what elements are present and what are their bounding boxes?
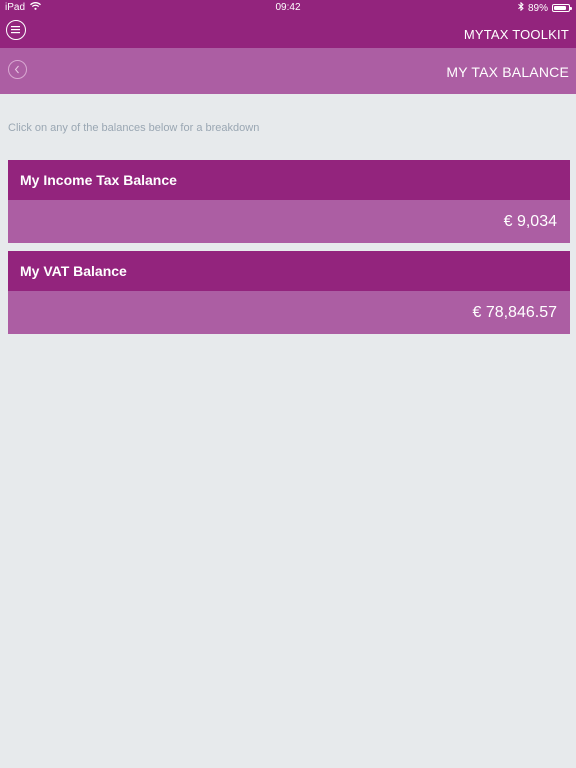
instruction-text: Click on any of the balances below for a… [8, 122, 260, 134]
app-title: MYTAX TOOLKIT [463, 27, 569, 42]
page-header: MY TAX BALANCE [0, 48, 576, 94]
income-tax-balance-card[interactable]: My Income Tax Balance € 9,034 [8, 160, 570, 243]
hamburger-menu-icon[interactable] [6, 20, 26, 40]
vat-balance-amount: € 78,846.57 [8, 291, 570, 334]
income-tax-balance-title: My Income Tax Balance [8, 160, 570, 200]
status-time: 09:42 [275, 2, 301, 13]
bluetooth-icon [518, 1, 524, 14]
vat-balance-card[interactable]: My VAT Balance € 78,846.57 [8, 251, 570, 334]
vat-balance-title: My VAT Balance [8, 251, 570, 291]
back-button[interactable] [8, 60, 27, 79]
battery-icon [552, 4, 572, 12]
battery-percent: 89% [527, 2, 548, 14]
income-tax-balance-amount: € 9,034 [8, 200, 570, 243]
page-title: MY TAX BALANCE [446, 64, 569, 80]
status-bar: iPad 09:42 89% [0, 0, 576, 15]
app-header: MYTAX TOOLKIT [0, 15, 576, 48]
